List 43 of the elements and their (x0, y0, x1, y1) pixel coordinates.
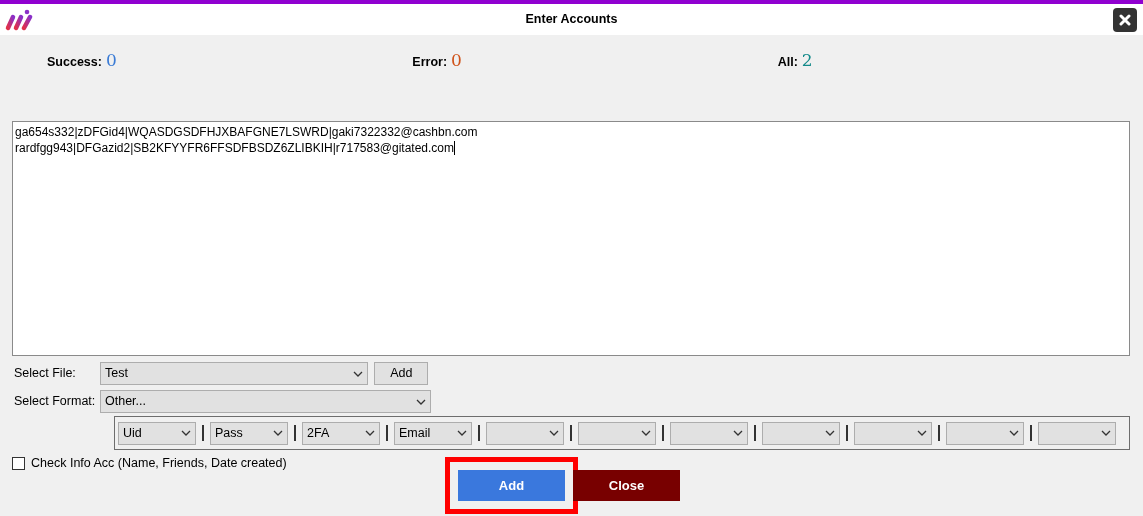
chevron-icon (457, 430, 467, 437)
column-dropdown[interactable]: Email (394, 421, 472, 445)
column-dropdown[interactable]: 2FA (302, 421, 380, 445)
column-dropdown[interactable]: Uid (118, 421, 196, 445)
column-dropdown[interactable] (670, 421, 748, 445)
close-button[interactable]: Close (573, 470, 680, 502)
accounts-text-area[interactable]: ga654s332|zDFGid4|WQASDGSDFHJXBAFGNE7LSWRD|gaki7322332@cashbn.com rardfgg943|DFGazid2|SB2KFYYFR6FFSDFBSDZ6ZLIBKIH|r717583@gitated.com (12, 121, 1130, 356)
stat-label: All: (777, 54, 798, 72)
stat-value: 0 (451, 49, 462, 73)
column-dropdown[interactable] (486, 421, 564, 445)
chevron-icon (1009, 430, 1019, 437)
chevron-icon (549, 430, 559, 437)
column-dropdown[interactable] (578, 421, 656, 445)
column-dropdown[interactable] (854, 421, 932, 445)
stat-label: Error: (412, 54, 448, 72)
stat-value: 0 (105, 49, 117, 73)
chevron-icon (917, 430, 927, 437)
logo-icon (5, 9, 35, 31)
add-file-button[interactable]: Add (374, 362, 429, 386)
chevron-icon (365, 430, 375, 437)
chevron-icon (1101, 430, 1111, 437)
file-dropdown[interactable]: Test (100, 362, 368, 386)
chevron-icon (733, 430, 743, 437)
window-title: Enter Accounts (525, 11, 618, 29)
format-dropdown[interactable]: Other... (100, 390, 431, 414)
checkbox-label: Check Info Acc (Name, Friends, Date created) (31, 454, 287, 472)
chevron-icon (273, 430, 283, 437)
checkbox[interactable] (12, 456, 25, 470)
column-dropdown[interactable]: Pass (210, 421, 288, 445)
column-dropdown[interactable] (762, 421, 840, 445)
chevron-icon (181, 430, 191, 437)
stat-value: 2 (801, 49, 813, 73)
chevron-icon (641, 430, 651, 437)
column-dropdown[interactable] (946, 421, 1024, 445)
add-button[interactable]: Add (458, 470, 565, 502)
chevron-icon (416, 398, 426, 405)
close-icon[interactable] (1113, 8, 1137, 32)
column-dropdown[interactable] (1038, 421, 1116, 445)
chevron-icon (353, 370, 363, 377)
select-format-label: Select Format: (13, 393, 97, 411)
select-file-label: Select File: (13, 365, 77, 383)
stat-label: Success: (47, 54, 102, 72)
chevron-icon (825, 430, 835, 437)
